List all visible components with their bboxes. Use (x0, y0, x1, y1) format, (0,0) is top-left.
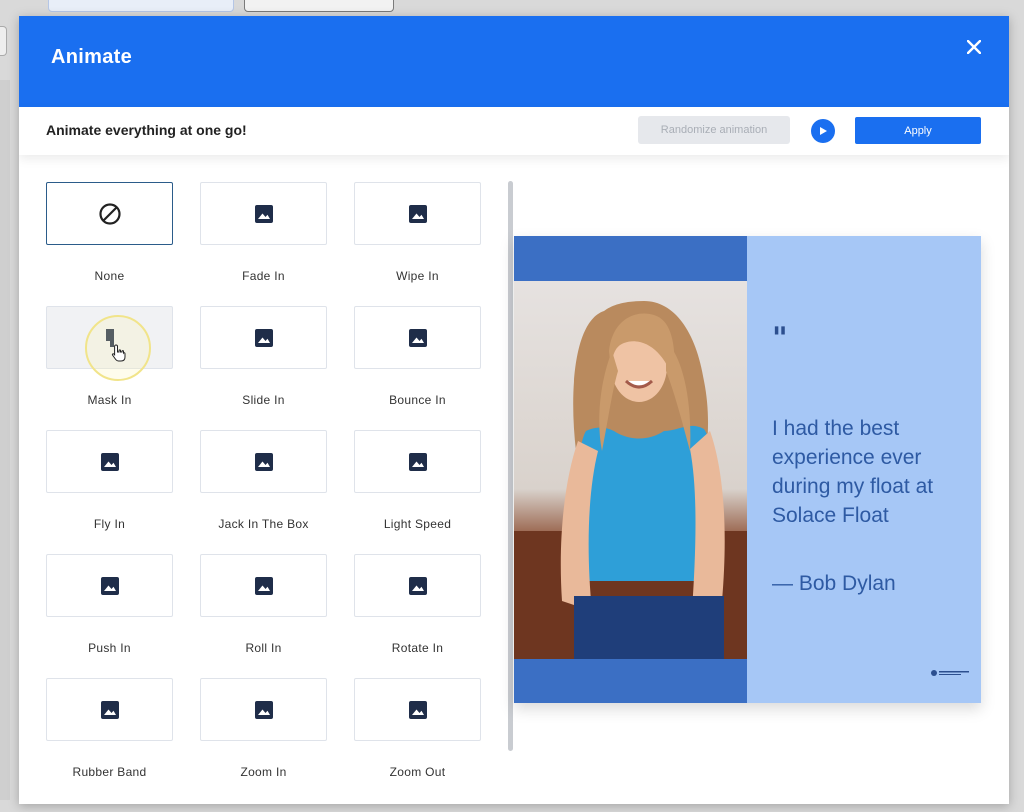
preview-photo-panel (514, 236, 747, 703)
animation-option-zoom-out[interactable]: Zoom Out (354, 678, 481, 802)
play-icon (820, 127, 827, 135)
image-icon (254, 576, 274, 596)
image-icon (254, 700, 274, 720)
no-animation-icon (98, 202, 122, 226)
animation-thumbnail[interactable] (354, 430, 481, 493)
animation-label: Wipe In (396, 269, 439, 283)
image-icon (408, 576, 428, 596)
scrollbar[interactable] (508, 181, 513, 751)
modal-title: Animate (51, 46, 133, 68)
animation-label: Slide In (242, 393, 285, 407)
toolbar-subtitle: Animate everything at one go! (46, 122, 247, 138)
testimonial-photo (514, 281, 747, 659)
image-icon (254, 452, 274, 472)
animation-thumbnail[interactable] (354, 678, 481, 741)
background-button (244, 0, 394, 12)
brand-logo-icon (931, 670, 969, 676)
animate-modal: Animate Animate everything at one go! Ra… (19, 16, 1009, 804)
animation-thumbnail[interactable] (354, 182, 481, 245)
animation-thumbnail[interactable] (200, 430, 327, 493)
background-control (0, 26, 7, 56)
animation-thumbnail[interactable] (46, 554, 173, 617)
animation-thumbnail[interactable] (200, 678, 327, 741)
animation-preview: " I had the best experience ever during … (514, 236, 981, 703)
animation-option-rubber-band[interactable]: Rubber Band (46, 678, 173, 802)
animation-option-bounce-in[interactable]: Bounce In (354, 306, 481, 430)
animation-label: Push In (88, 641, 131, 655)
animation-label: None (94, 269, 125, 283)
animation-label: Fly In (93, 517, 126, 531)
modal-header: Animate (19, 16, 1009, 107)
testimonial-author: — Bob Dylan (772, 572, 896, 595)
animation-label: Mask In (87, 393, 132, 407)
animation-option-zoom-in[interactable]: Zoom In (200, 678, 327, 802)
close-icon (967, 40, 981, 54)
animation-label: Rubber Band (72, 765, 147, 779)
animation-thumbnail[interactable] (200, 182, 327, 245)
animation-thumbnail[interactable] (200, 554, 327, 617)
apply-button[interactable]: Apply (855, 117, 981, 144)
image-icon (254, 204, 274, 224)
image-icon (100, 452, 120, 472)
animation-label: Zoom In (240, 765, 287, 779)
animation-label: Rotate In (391, 641, 444, 655)
animation-option-rotate-in[interactable]: Rotate In (354, 554, 481, 678)
pointer-hand-icon (111, 344, 126, 362)
image-icon (254, 328, 274, 348)
background-button (48, 0, 234, 12)
animation-option-none[interactable]: None (46, 182, 173, 306)
preview-quote-panel: " I had the best experience ever during … (747, 236, 981, 703)
play-preview-button[interactable] (811, 119, 835, 143)
image-icon (408, 328, 428, 348)
animation-option-fly-in[interactable]: Fly In (46, 430, 173, 554)
animation-option-roll-in[interactable]: Roll In (200, 554, 327, 678)
animation-thumbnail[interactable] (354, 554, 481, 617)
animation-thumbnail[interactable] (354, 306, 481, 369)
animation-option-light-speed[interactable]: Light Speed (354, 430, 481, 554)
animation-label: Jack In The Box (218, 517, 309, 531)
image-icon (100, 576, 120, 596)
image-icon (100, 700, 120, 720)
image-icon (408, 204, 428, 224)
animation-label: Fade In (242, 269, 285, 283)
image-icon (408, 700, 428, 720)
animation-option-fade-in[interactable]: Fade In (200, 182, 327, 306)
animation-option-push-in[interactable]: Push In (46, 554, 173, 678)
animation-grid: None Fade In Wipe In Mask In Slide In Bounce … (46, 182, 486, 802)
person-photo (514, 301, 747, 659)
animation-thumbnail[interactable] (46, 430, 173, 493)
animation-label: Bounce In (389, 393, 446, 407)
background-panel (0, 80, 10, 800)
animation-option-wipe-in[interactable]: Wipe In (354, 182, 481, 306)
animation-thumbnail[interactable] (46, 678, 173, 741)
image-icon (408, 452, 428, 472)
animation-option-jack-in-the-box[interactable]: Jack In The Box (200, 430, 327, 554)
modal-toolbar: Animate everything at one go! Randomize … (19, 107, 1009, 155)
animation-label: Roll In (245, 641, 282, 655)
animation-thumbnail[interactable] (46, 182, 173, 245)
close-button[interactable] (961, 34, 987, 60)
randomize-animation-button[interactable]: Randomize animation (638, 116, 790, 144)
testimonial-quote: I had the best experience ever during my… (772, 417, 934, 527)
animation-thumbnail[interactable] (200, 306, 327, 369)
quote-mark: " (772, 321, 788, 356)
animation-option-slide-in[interactable]: Slide In (200, 306, 327, 430)
animation-label: Zoom Out (389, 765, 446, 779)
animation-label: Light Speed (383, 517, 452, 531)
